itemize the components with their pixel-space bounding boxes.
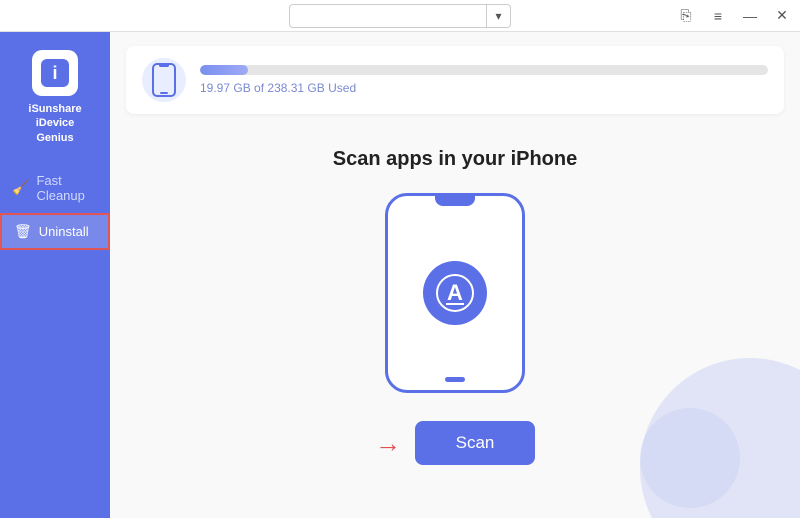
device-select-wrap[interactable]: iPhone XS ▾ <box>289 4 511 28</box>
content-area: 19.97 GB of 238.31 GB Used Scan apps in … <box>110 32 800 518</box>
menu-icon[interactable]: ≡ <box>708 6 728 26</box>
fast-cleanup-icon: 🧹 <box>12 179 29 196</box>
logo-icon: i <box>39 57 71 89</box>
device-name-input[interactable]: iPhone XS <box>289 4 487 28</box>
svg-text:i: i <box>52 63 57 83</box>
scan-arrow-icon: → <box>375 430 401 456</box>
minimize-button[interactable]: — <box>740 6 760 26</box>
device-dropdown-button[interactable]: ▾ <box>487 4 511 28</box>
storage-progress-fill <box>200 65 248 75</box>
storage-used-label: Used <box>328 81 356 95</box>
storage-progress-bg <box>200 65 768 75</box>
sidebar-item-uninstall[interactable]: 🗑 Uninstall <box>0 213 110 250</box>
scan-title: Scan apps in your iPhone <box>333 148 578 171</box>
phone-home-button <box>445 377 465 382</box>
title-bar: iPhone XS ▾ ⎘ ≡ — ✕ <box>0 0 800 32</box>
uninstall-icon: 🗑 <box>14 223 32 240</box>
sidebar-item-fast-cleanup[interactable]: 🧹 Fast Cleanup <box>0 165 110 211</box>
svg-text:A: A <box>447 280 463 305</box>
scan-button[interactable]: Scan <box>415 421 535 465</box>
main-layout: i iSunshareiDeviceGenius 🧹 Fast Cleanup … <box>0 32 800 518</box>
storage-text: 19.97 GB of 238.31 GB Used <box>200 81 768 95</box>
storage-info: 19.97 GB of 238.31 GB Used <box>200 65 768 95</box>
app-name: iSunshareiDeviceGenius <box>28 102 81 145</box>
sidebar-menu: 🧹 Fast Cleanup 🗑 Uninstall <box>0 165 110 250</box>
scan-button-row: → Scan <box>375 421 535 465</box>
storage-of: of <box>254 81 267 95</box>
storage-total: 238.31 GB <box>267 81 324 95</box>
sidebar-item-uninstall-label: Uninstall <box>39 224 89 239</box>
phone-illustration: A <box>385 193 525 393</box>
app-logo: i <box>32 50 78 96</box>
storage-bar-section: 19.97 GB of 238.31 GB Used <box>126 46 784 114</box>
deco-circle-small <box>640 408 740 508</box>
phone-icon-wrap <box>142 58 186 102</box>
title-bar-controls: ⎘ ≡ — ✕ <box>676 6 792 26</box>
app-store-symbol: A <box>436 274 474 312</box>
sidebar: i iSunshareiDeviceGenius 🧹 Fast Cleanup … <box>0 32 110 518</box>
share-icon[interactable]: ⎘ <box>676 6 696 26</box>
phone-icon <box>151 63 177 97</box>
phone-notch <box>435 196 475 206</box>
sidebar-item-fast-cleanup-label: Fast Cleanup <box>36 173 98 203</box>
scan-content: Scan apps in your iPhone A → <box>110 124 800 518</box>
storage-used: 19.97 GB <box>200 81 251 95</box>
close-button[interactable]: ✕ <box>772 6 792 26</box>
app-store-icon: A <box>423 261 487 325</box>
